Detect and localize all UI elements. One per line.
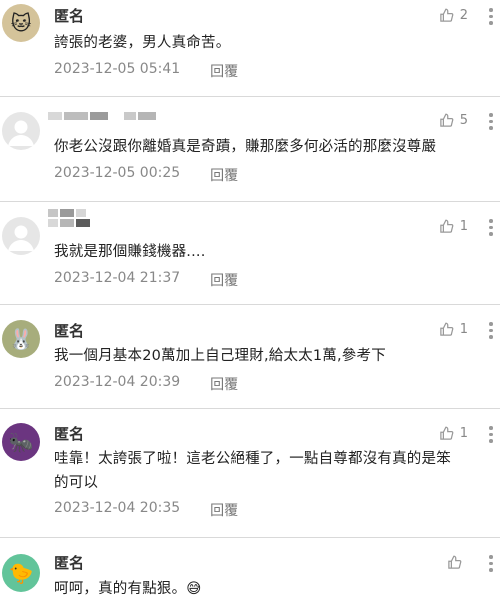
chick-icon[interactable]: 🐤 — [2, 554, 40, 592]
comment-text: 誇張的老婆，男人真命苦。 — [54, 35, 231, 51]
more-options-button[interactable] — [488, 113, 494, 130]
like-count: 2 — [459, 8, 468, 23]
more-options-button[interactable] — [488, 8, 494, 25]
comment-timestamp: 2023-12-04 21:37 — [54, 270, 181, 286]
reply-button[interactable]: 回覆 — [210, 61, 238, 81]
author-name-redacted — [48, 209, 90, 227]
ant-icon[interactable]: 🐜 — [2, 423, 40, 461]
like-count: 1 — [459, 322, 468, 337]
comment-text: 我就是那個賺錢機器.... — [54, 244, 206, 260]
thumbs-up-icon — [439, 322, 454, 337]
thumbs-up-icon — [439, 219, 454, 234]
author-name: 匿名 — [54, 7, 85, 25]
comment-item: 🐱 匿名 2 誇張的老婆，男人真命苦。 2023-12-05 05:41 回覆 — [0, 0, 500, 97]
like-button[interactable]: 5 — [439, 113, 468, 128]
author-name: 匿名 — [54, 425, 85, 443]
comment-timestamp: 2023-12-04 20:35 — [54, 500, 181, 516]
like-button[interactable]: 1 — [439, 322, 468, 337]
default-user-icon[interactable] — [2, 112, 40, 150]
like-count: 1 — [459, 219, 468, 234]
author-name: 匿名 — [54, 554, 85, 572]
like-button[interactable]: 1 — [439, 219, 468, 234]
comment-item: 🐤 匿名 呵呵，真的有點狠。😅 — [0, 538, 500, 607]
comment-text: 你老公沒跟你離婚真是奇蹟，賺那麼多何必活的那麼沒尊嚴 — [54, 139, 437, 155]
like-count: 1 — [459, 426, 468, 441]
comment-item: 🐰 匿名 1 我一個月基本20萬加上自己理財,給太太1萬,參考下 2023-12… — [0, 305, 500, 409]
reply-button[interactable]: 回覆 — [210, 374, 238, 394]
author-name: 匿名 — [54, 322, 85, 340]
comment-item: 5 你老公沒跟你離婚真是奇蹟，賺那麼多何必活的那麼沒尊嚴 2023-12-05 … — [0, 97, 500, 202]
comment-timestamp: 2023-12-05 05:41 — [54, 61, 181, 77]
more-options-button[interactable] — [488, 322, 494, 339]
thumbs-up-icon — [439, 113, 454, 128]
comment-list: 🐱 匿名 2 誇張的老婆，男人真命苦。 2023-12-05 05:41 回覆 — [0, 0, 500, 607]
reply-button[interactable]: 回覆 — [210, 500, 238, 520]
more-options-button[interactable] — [488, 555, 494, 572]
comment-text: 哇靠！太誇張了啦！這老公絕種了，一點自尊都沒有真的是笨 的可以 — [54, 447, 472, 495]
thumbs-up-icon — [447, 555, 462, 570]
thumbs-up-icon — [439, 426, 454, 441]
cat-icon[interactable]: 🐱 — [2, 4, 40, 42]
comment-text: 呵呵，真的有點狠。😅 — [54, 581, 202, 597]
comment-text: 我一個月基本20萬加上自己理財,給太太1萬,參考下 — [54, 348, 386, 364]
comment-text-line: 哇靠！太誇張了啦！這老公絕種了，一點自尊都沒有真的是笨 — [54, 451, 451, 467]
comment-text-line: 的可以 — [54, 475, 99, 491]
default-user-icon[interactable] — [2, 217, 40, 255]
comment-item: 🐜 匿名 1 哇靠！太誇張了啦！這老公絕種了，一點自尊都沒有真的是笨 的可以 2… — [0, 409, 500, 538]
author-name-redacted — [48, 112, 156, 120]
more-options-button[interactable] — [488, 219, 494, 236]
comment-timestamp: 2023-12-04 20:39 — [54, 374, 181, 390]
like-button[interactable]: 2 — [439, 8, 468, 23]
comment-timestamp: 2023-12-05 00:25 — [54, 165, 181, 181]
rabbit-icon[interactable]: 🐰 — [2, 320, 40, 358]
reply-button[interactable]: 回覆 — [210, 270, 238, 290]
like-count: 5 — [459, 113, 468, 128]
like-button[interactable]: 1 — [439, 426, 468, 441]
reply-button[interactable]: 回覆 — [210, 165, 238, 185]
more-options-button[interactable] — [488, 426, 494, 443]
like-button[interactable] — [447, 555, 468, 570]
comment-item: 1 我就是那個賺錢機器.... 2023-12-04 21:37 回覆 — [0, 202, 500, 305]
thumbs-up-icon — [439, 8, 454, 23]
